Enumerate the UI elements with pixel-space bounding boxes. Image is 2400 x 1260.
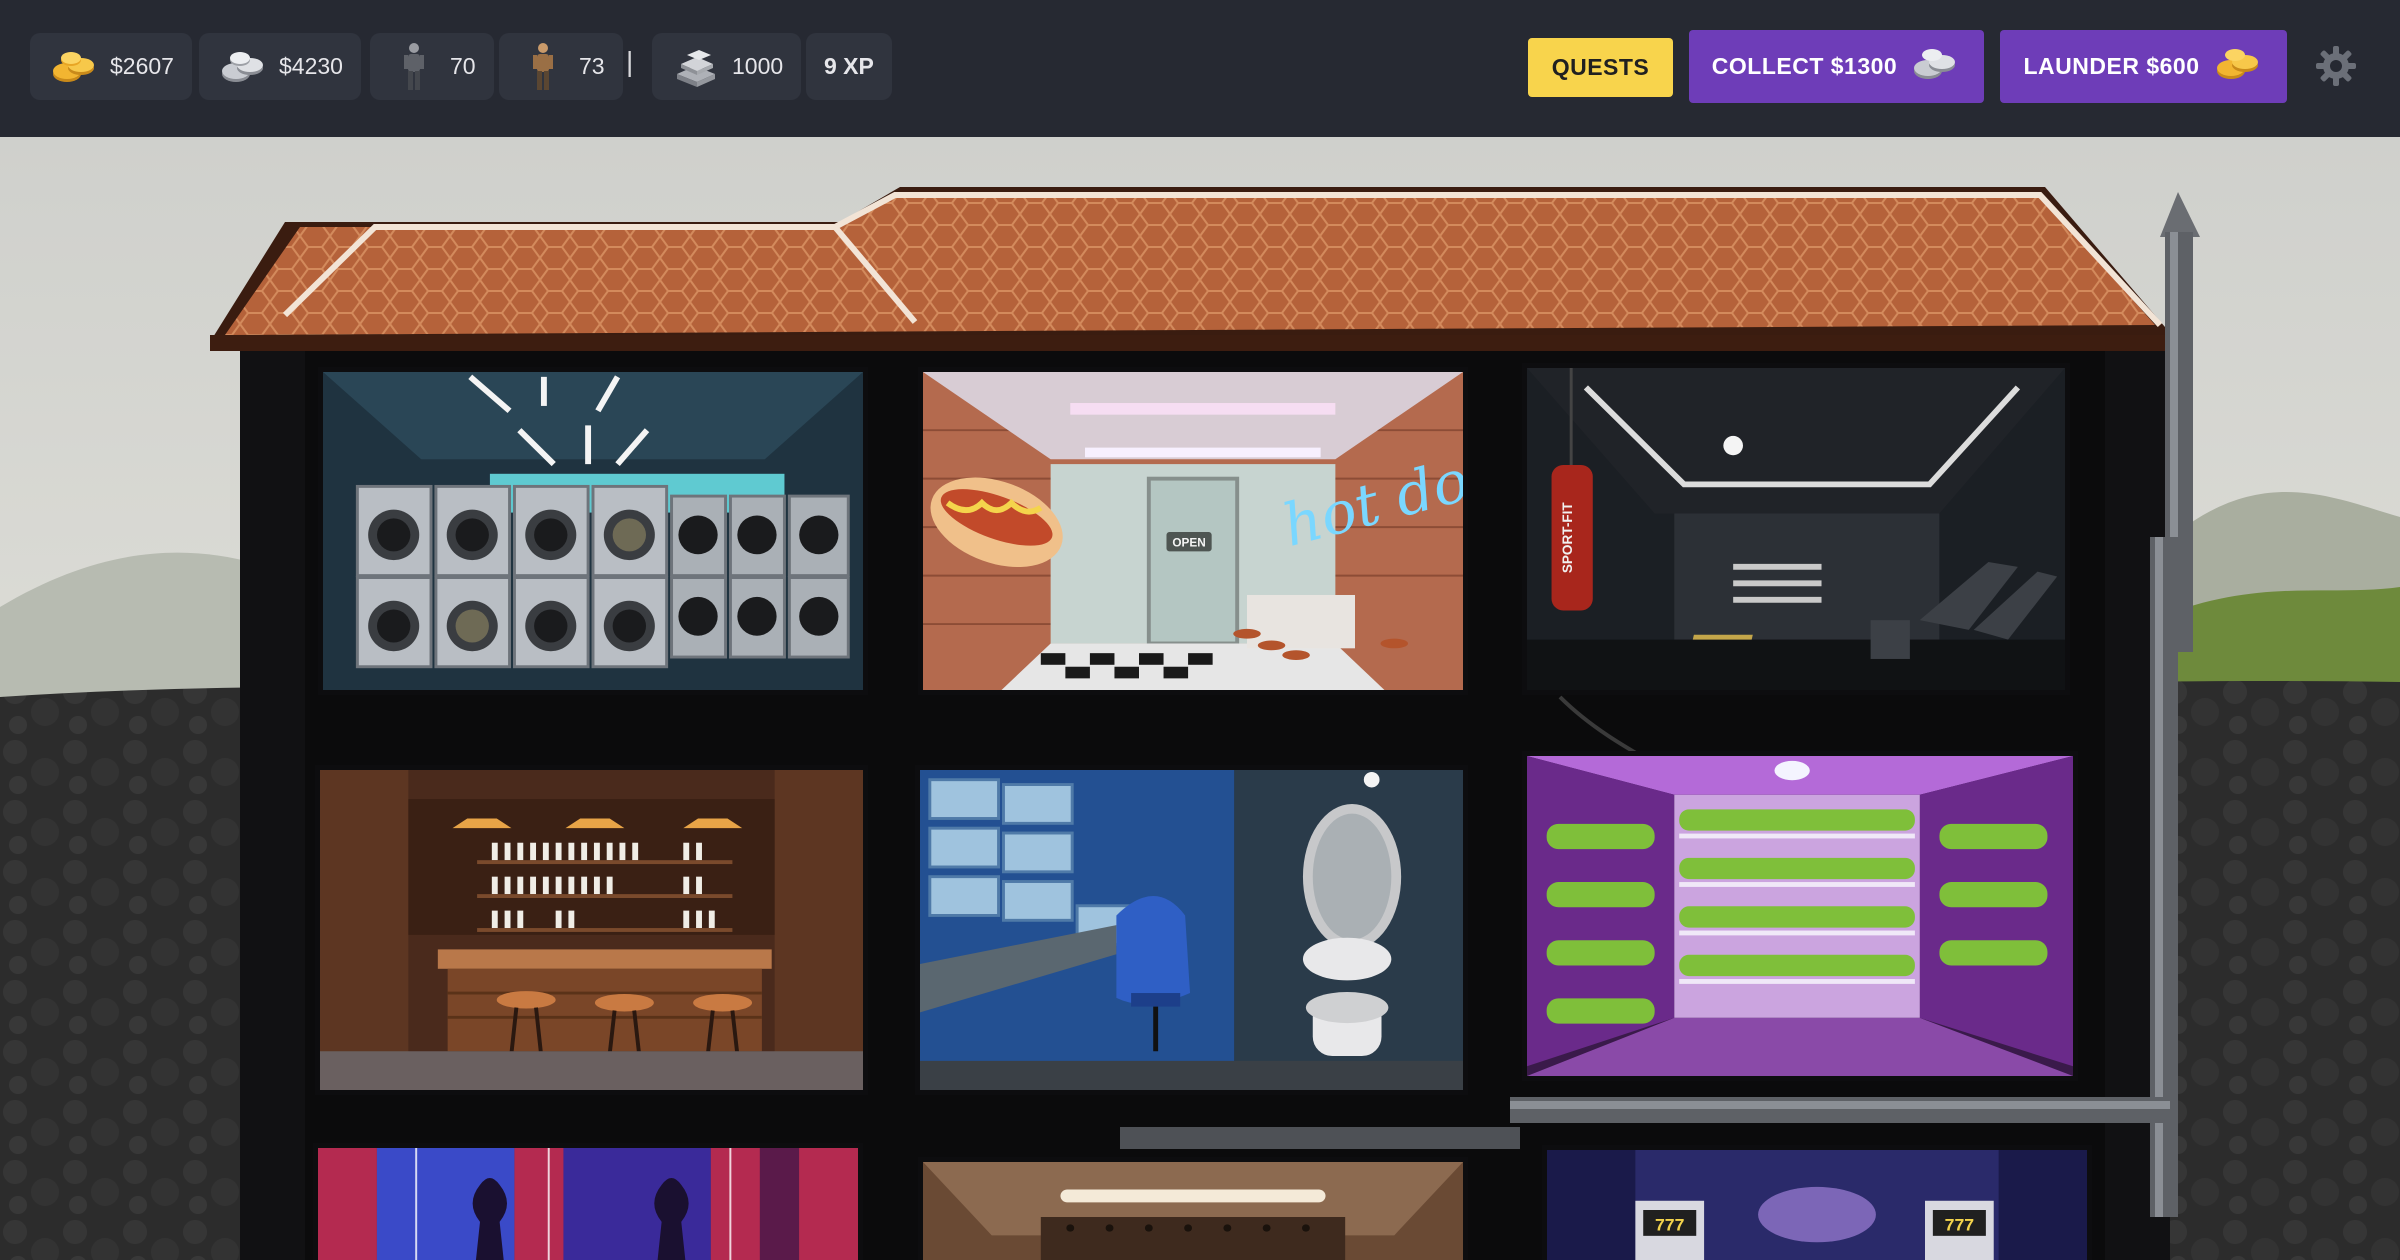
launder-button[interactable]: LAUNDER $600 [2000,30,2287,103]
gear-icon[interactable] [2314,44,2358,88]
xp-stat: 9 XP [806,33,892,100]
room-casino[interactable]: 777 777 [1542,1145,2092,1260]
workers-value: 73 [579,53,605,79]
room-grow[interactable] [1522,751,2078,1081]
slot-text-right: 777 [1945,1215,1974,1234]
thugs-value: 70 [450,53,476,79]
game-scene: OPEN hot dog SPORT-FIT 777 777 [0,137,2400,1260]
room-strip-club[interactable] [313,1143,863,1260]
room-vault[interactable] [918,1157,1468,1260]
launder-button-label: LAUNDER $600 [2023,53,2200,79]
worker-figure-icon [517,42,569,90]
top-bar: $2607 $4230 70 73 | 1000 9 XP QUESTS COL… [0,0,2400,137]
silver-coins-icon [217,47,269,87]
collect-button[interactable]: COLLECT $1300 [1689,30,1984,103]
thug-figure-icon [388,42,440,90]
sport-fit-text: SPORT-FIT [1560,502,1575,574]
quests-button-label: QUESTS [1551,54,1650,80]
open-sign: OPEN [1172,537,1205,550]
workers-stat[interactable]: 73 [499,33,623,100]
silver-coins-icon [1909,45,1961,89]
silver-stack-stat[interactable]: 1000 [652,33,802,100]
silver-cash-value: $4230 [279,53,343,79]
silver-stack-value: 1000 [732,53,784,79]
silver-bars-icon [670,47,722,87]
room-laundromat[interactable] [318,367,868,695]
stats-separator: | [626,46,634,77]
room-security[interactable] [915,765,1468,1095]
gold-cash-value: $2607 [110,53,174,79]
xp-value: 9 XP [824,53,874,79]
gold-coins-icon [2212,45,2264,89]
gold-cash-stat[interactable]: $2607 [30,33,192,100]
quests-button[interactable]: QUESTS [1528,38,1673,97]
room-hot-dog-shop[interactable]: OPEN hot dog [918,367,1468,695]
room-gym[interactable]: SPORT-FIT [1522,363,2070,695]
slot-text-left: 777 [1655,1215,1684,1234]
collect-button-label: COLLECT $1300 [1711,53,1898,79]
thugs-stat[interactable]: 70 [370,33,494,100]
gold-coins-icon [48,47,100,87]
room-bar[interactable] [315,765,868,1095]
silver-cash-stat[interactable]: $4230 [199,33,361,100]
